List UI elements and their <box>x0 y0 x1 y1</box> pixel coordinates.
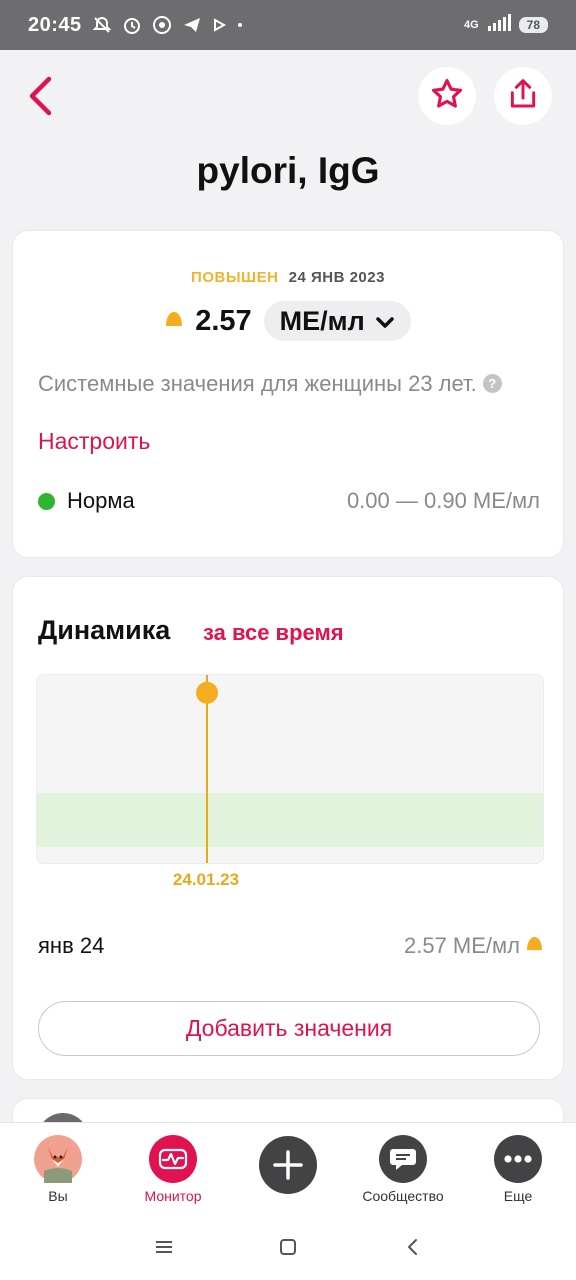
chat-icon <box>379 1135 427 1183</box>
nav-label: Вы <box>48 1188 68 1204</box>
pulse-icon <box>149 1135 197 1183</box>
dynamics-card: Динамика за все время 24.01.23 янв 24 2.… <box>12 576 564 1080</box>
unit-selector[interactable]: МЕ/мл <box>263 301 411 341</box>
home-icon[interactable] <box>273 1232 303 1262</box>
back-nav-icon[interactable] <box>398 1232 428 1262</box>
nav-community[interactable]: Сообщество <box>348 1135 458 1204</box>
star-icon <box>430 77 464 116</box>
share-icon <box>507 78 539 115</box>
telegram-icon <box>182 15 202 35</box>
reference-band <box>37 793 543 847</box>
more-icon <box>494 1135 542 1183</box>
nav-label: Еще <box>503 1188 533 1204</box>
norm-row: Норма 0.00 — 0.90 МЕ/мл <box>38 488 540 514</box>
header: pylori, IgG <box>0 50 576 230</box>
alarm-icon <box>122 15 142 35</box>
page-title: pylori, IgG <box>196 150 380 191</box>
dynamics-title: Динамика <box>38 615 171 645</box>
data-point[interactable] <box>196 681 218 704</box>
result-card: ПОВЫШЕН 24 ЯНВ 2023 2.57 МЕ/мл Системные… <box>12 230 564 558</box>
signal-icon <box>487 13 511 37</box>
nav-you[interactable]: Вы <box>3 1135 113 1204</box>
unit-label: МЕ/мл <box>279 305 365 336</box>
back-icon <box>27 76 53 121</box>
norm-indicator <box>38 492 55 510</box>
history-date: янв 24 <box>38 933 105 958</box>
reference-note: Системные значения для женщины 23 лет.? <box>38 369 538 398</box>
share-button[interactable] <box>494 67 552 125</box>
elevated-icon <box>165 311 183 332</box>
chart-svg <box>37 675 543 863</box>
value-row: 2.57 МЕ/мл <box>13 301 563 341</box>
back-button[interactable] <box>20 72 60 124</box>
result-date: 24 ЯНВ 2023 <box>288 269 385 286</box>
configure-link[interactable]: Настроить <box>38 428 150 455</box>
system-nav <box>0 1212 576 1280</box>
norm-range: 0.00 — 0.90 МЕ/мл <box>346 488 540 513</box>
status-time: 20:45 <box>28 13 82 36</box>
status-badge: ПОВЫШЕН <box>191 269 279 286</box>
x-tick-label: 24.01.23 <box>172 870 240 889</box>
history-value: 2.57 МЕ/мл <box>403 933 520 958</box>
nav-monitor[interactable]: Монитор <box>118 1135 228 1204</box>
plus-icon <box>259 1136 317 1194</box>
play-icon <box>212 18 226 32</box>
chevron-down-icon <box>375 306 395 337</box>
nav-add-button[interactable] <box>233 1136 343 1194</box>
mute-icon <box>92 15 112 35</box>
menu-icon[interactable] <box>149 1232 179 1262</box>
help-icon[interactable]: ? <box>482 374 502 393</box>
battery-icon: 78 <box>518 17 548 33</box>
dynamics-chart[interactable] <box>36 674 544 864</box>
result-status: ПОВЫШЕН 24 ЯНВ 2023 <box>13 269 563 286</box>
dot-icon <box>236 21 244 29</box>
nav-label: Сообщество <box>362 1188 444 1204</box>
nav-more[interactable]: Еще <box>463 1135 573 1204</box>
norm-label: Норма <box>67 488 135 513</box>
elevated-icon <box>520 936 543 956</box>
status-bar: 20:45 4G 78 <box>0 0 576 50</box>
result-value: 2.57 <box>195 304 252 337</box>
history-row[interactable]: янв 24 2.57 МЕ/мл <box>38 933 543 959</box>
whatsapp-icon <box>152 15 172 35</box>
avatar-icon <box>34 1135 82 1183</box>
network-label: 4G <box>463 19 479 31</box>
nav-label: Монитор <box>144 1188 202 1204</box>
add-values-button[interactable]: Добавить значения <box>38 1001 540 1056</box>
favorite-button[interactable] <box>418 67 476 125</box>
period-selector[interactable]: за все время <box>203 620 344 646</box>
bottom-nav: Вы Монитор Сообщество Еще <box>0 1122 576 1212</box>
